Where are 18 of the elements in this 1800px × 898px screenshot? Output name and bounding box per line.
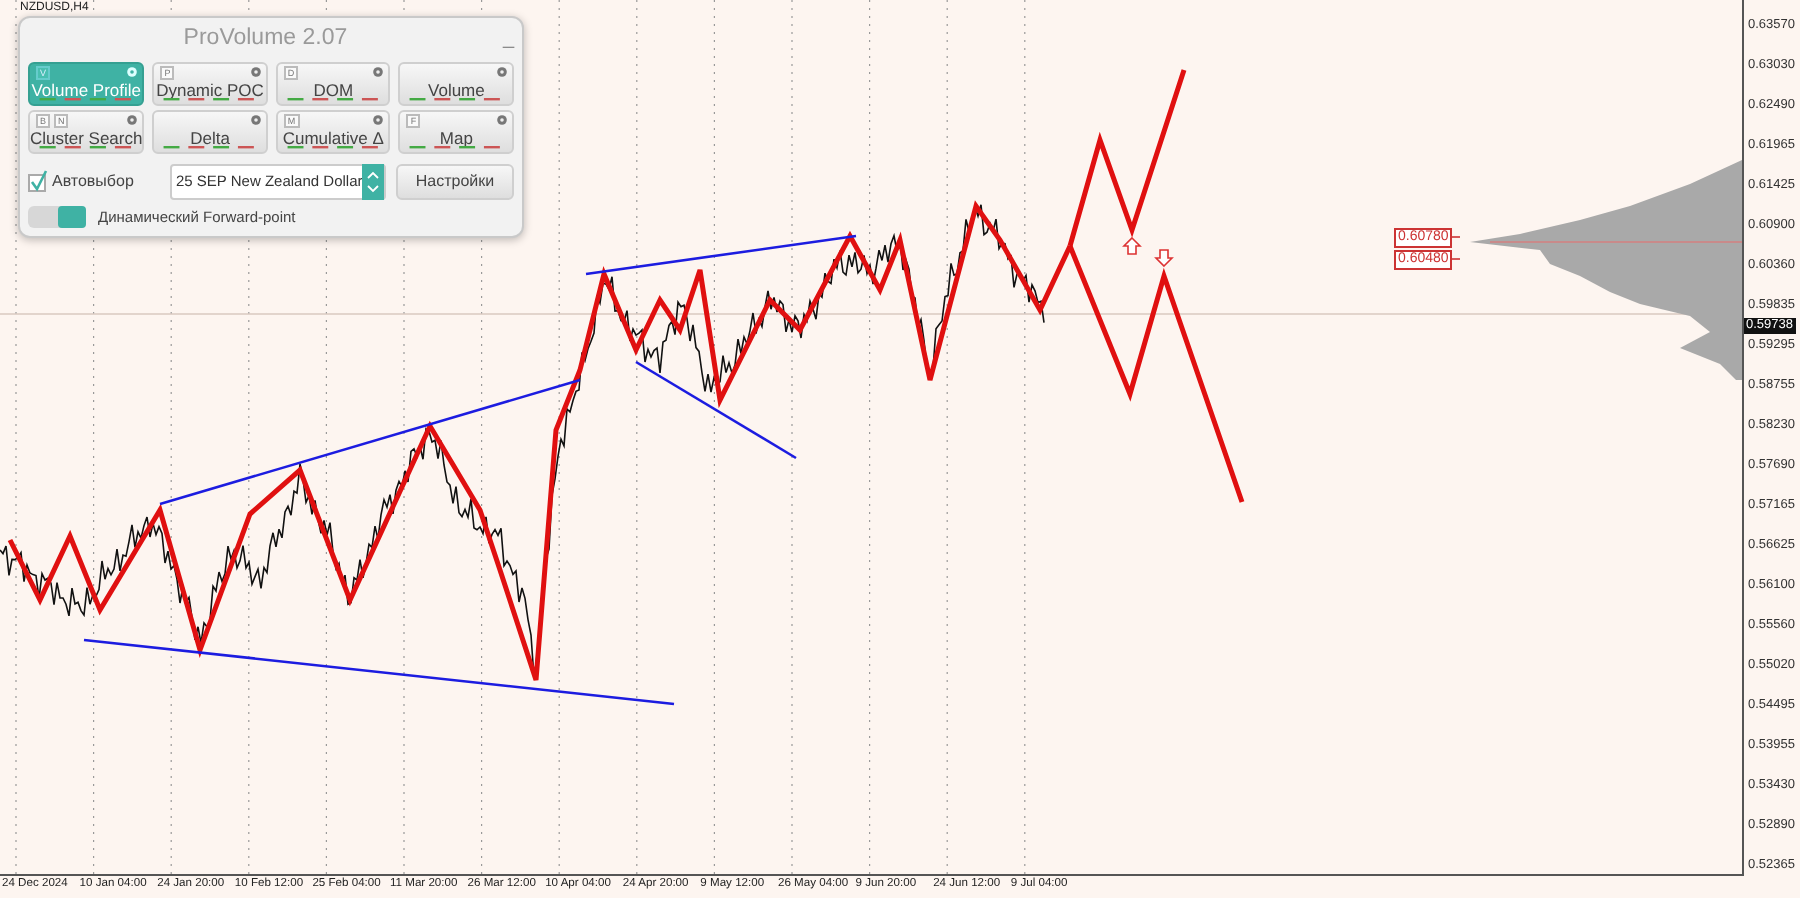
- mode-button[interactable]: Volume: [398, 62, 514, 106]
- indicator-drawing: [36, 146, 137, 150]
- indicator-drawing: [283, 98, 383, 102]
- toggle-switch[interactable]: [28, 206, 86, 229]
- indicator-drawing: [160, 146, 260, 150]
- checkbox-label: Автовыбор: [52, 170, 134, 194]
- settings-button[interactable]: Настройки: [396, 164, 514, 200]
- indicator-drawing: [160, 98, 260, 102]
- arrow-down-icon: [1154, 249, 1174, 268]
- indicator-drawing: [406, 98, 506, 102]
- panel-title: ProVolume 2.07: [181, 24, 350, 55]
- indicator-drawing: [406, 146, 506, 150]
- arrow-up-icon: [1122, 236, 1142, 255]
- indicator-drawing: [36, 98, 137, 102]
- spinner-icon[interactable]: [366, 170, 381, 194]
- checkbox[interactable]: [28, 173, 46, 191]
- indicator-drawing: [283, 146, 383, 150]
- mode-button[interactable]: Delta: [152, 110, 268, 154]
